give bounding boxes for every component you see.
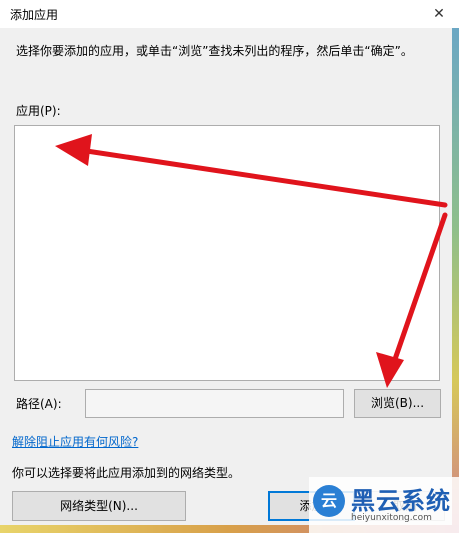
desktop-wallpaper-right [452,28,459,533]
apps-label: 应用(P): [16,104,61,118]
watermark-title: 黑云系统 [351,487,451,515]
network-note-text: 你可以选择要将此应用添加到的网络类型。 [12,466,241,480]
instruction-text: 选择你要添加的应用，或单击“浏览”查找未列出的程序，然后单击“确定”。 [16,44,413,58]
browse-button[interactable]: 浏览(B)... [354,389,441,418]
watermark-url: heiyunxitong.com [351,513,432,523]
risk-link[interactable]: 解除阻止应用有何风险? [12,433,138,450]
watermark-logo-icon: 云 [313,485,345,517]
network-types-button[interactable]: 网络类型(N)... [12,491,186,521]
site-watermark: 云 黑云系统 heiyunxitong.com [309,477,459,533]
apps-list[interactable] [14,125,440,381]
path-field[interactable] [85,389,344,418]
close-icon[interactable]: ✕ [419,0,459,28]
path-label: 路径(A): [16,397,62,411]
window-title: 添加应用 [10,8,59,22]
title-bar: 添加应用 ✕ [0,0,459,28]
